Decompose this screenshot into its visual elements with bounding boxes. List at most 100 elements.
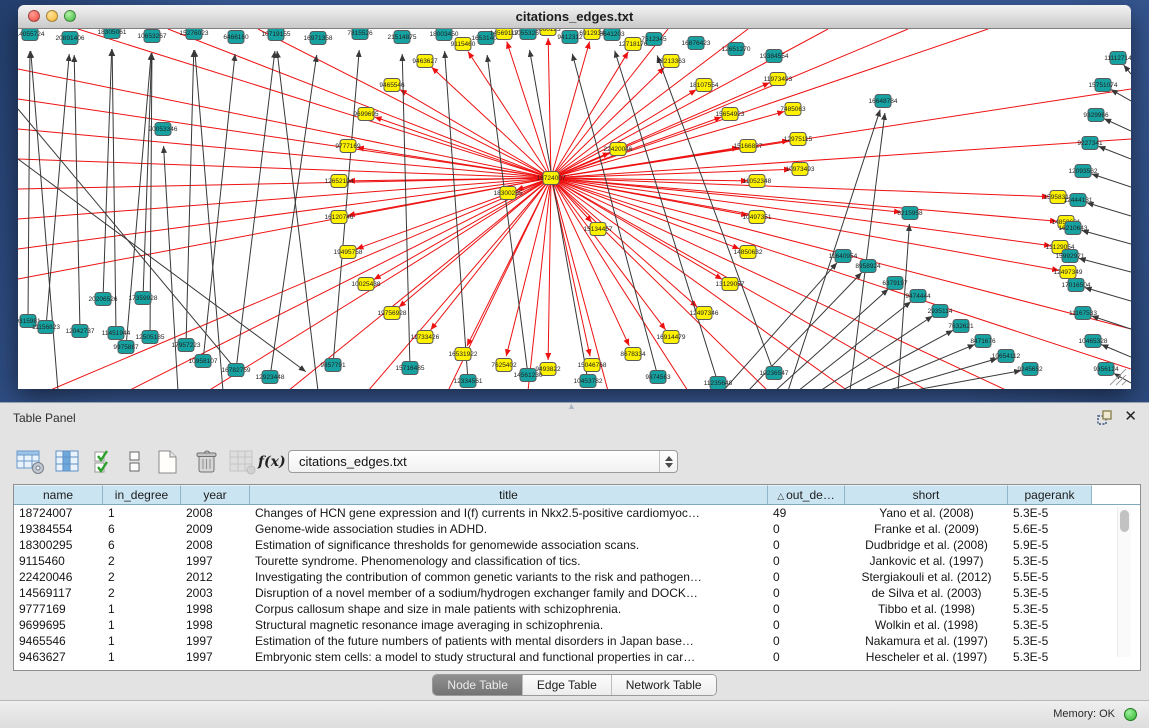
graph-edge[interactable]	[551, 29, 748, 178]
graph-edge[interactable]	[850, 113, 885, 389]
graph-edge[interactable]	[551, 139, 1131, 178]
show-columns-icon[interactable]	[54, 449, 84, 475]
table-row[interactable]: 946554611997Estimation of the future num…	[14, 633, 1140, 649]
panel-collapse-handle[interactable]: ▲	[567, 401, 576, 411]
graph-edge[interactable]	[528, 178, 551, 389]
table-mode-icon[interactable]	[16, 449, 46, 475]
column-header-year[interactable]: year	[181, 485, 250, 504]
table-row[interactable]: 911546021997Tourette syndrome. Phenomeno…	[14, 553, 1140, 569]
graph-edge[interactable]	[1124, 65, 1131, 74]
graph-edge[interactable]	[551, 178, 1051, 246]
graph-edge[interactable]	[288, 178, 551, 389]
graph-edge[interactable]	[551, 178, 666, 330]
vertical-scrollbar-thumb[interactable]	[1120, 510, 1129, 532]
graph-edge[interactable]	[898, 224, 909, 389]
column-header-short[interactable]: short	[845, 485, 1008, 504]
network-window[interactable]: citations_edges.txt 14055724208914061830…	[18, 5, 1131, 388]
memory-status-icon[interactable]	[1124, 708, 1137, 721]
table-row[interactable]: 1938455462009Genome-wide association stu…	[14, 521, 1140, 537]
graph-edge[interactable]	[798, 302, 911, 389]
table-row[interactable]: 1456911722003Disruption of a novel membe…	[14, 585, 1140, 601]
graph-edge[interactable]	[74, 55, 80, 331]
table-row[interactable]: 1872400712008Changes of HCN gene express…	[14, 505, 1140, 521]
tab-edge-table[interactable]: Edge Table	[522, 675, 611, 695]
delete-table-icon[interactable]	[228, 449, 258, 475]
graph-edge[interactable]	[112, 49, 116, 333]
graph-edge[interactable]	[236, 51, 275, 370]
graph-edge[interactable]	[195, 50, 223, 389]
graph-edge[interactable]	[1079, 258, 1131, 272]
graph-edge[interactable]	[374, 178, 551, 280]
table-row[interactable]: 977716911998Corpus callosum shape and si…	[14, 601, 1140, 617]
graph-edge[interactable]	[18, 178, 551, 249]
column-header-name[interactable]: name	[14, 485, 103, 504]
graph-edge[interactable]	[910, 371, 1021, 389]
graph-edge[interactable]	[548, 178, 551, 360]
graph-edge[interactable]	[18, 129, 551, 178]
table-selector-dropdown[interactable]: citations_edges.txt	[288, 450, 678, 473]
graph-edge[interactable]	[18, 178, 551, 279]
graph-edge[interactable]	[551, 29, 668, 178]
graph-edge[interactable]	[1092, 174, 1131, 187]
graph-edge[interactable]	[402, 54, 410, 368]
vertical-scrollbar[interactable]	[1117, 507, 1131, 657]
graph-edge[interactable]	[1104, 119, 1131, 131]
table-row[interactable]: 969969511998Structural magnetic resonanc…	[14, 617, 1140, 633]
graph-node-label: 16782759	[222, 367, 251, 374]
graph-edge[interactable]	[551, 178, 848, 389]
network-canvas[interactable]: 1405572420891406183050611065326715276023…	[18, 29, 1131, 389]
graph-edge[interactable]	[551, 178, 1049, 197]
graph-edge[interactable]	[28, 51, 30, 321]
table-row[interactable]: 2242004622012Investigating the contribut…	[14, 569, 1140, 585]
graph-node-label: 14561230	[514, 372, 543, 379]
graph-edge[interactable]	[78, 29, 551, 178]
graph-edge[interactable]	[1085, 288, 1131, 301]
graph-edge[interactable]	[468, 52, 551, 178]
graph-edge[interactable]	[270, 55, 317, 377]
graph-edge[interactable]	[1082, 230, 1131, 244]
column-header-label: name	[43, 488, 73, 502]
table-cell: 2008	[181, 537, 250, 553]
tab-node-table[interactable]: Node Table	[433, 675, 522, 695]
graph-edge[interactable]	[333, 50, 359, 365]
graph-edge[interactable]	[551, 89, 1131, 178]
window-titlebar[interactable]: citations_edges.txt	[18, 5, 1131, 29]
graph-edge[interactable]	[431, 178, 551, 330]
graph-node-label: 7632621	[948, 323, 974, 330]
column-header-title[interactable]: title	[250, 485, 768, 504]
graph-edge[interactable]	[551, 178, 1059, 270]
delete-column-icon[interactable]	[192, 449, 222, 475]
graph-edge[interactable]	[820, 316, 933, 389]
graph-edge[interactable]	[1092, 316, 1131, 329]
graph-edge[interactable]	[164, 146, 178, 389]
graph-edge[interactable]	[18, 178, 551, 219]
graph-edge[interactable]	[1098, 146, 1131, 159]
create-column-icon[interactable]	[152, 449, 182, 475]
graph-edge[interactable]	[788, 110, 880, 389]
select-columns-icon[interactable]	[92, 449, 122, 475]
table-row[interactable]: 946362711997Embryonic stem cells: a mode…	[14, 649, 1140, 665]
graph-edge[interactable]	[18, 178, 551, 189]
graph-edge[interactable]	[277, 51, 318, 389]
table-row[interactable]: 1830029562008Estimation of significance …	[14, 537, 1140, 553]
table-cell: Tourette syndrome. Phenomenology and cla…	[250, 553, 768, 569]
column-header-out_de[interactable]: △out_de…	[768, 485, 845, 504]
graph-edge[interactable]	[1101, 344, 1131, 357]
graph-node-label: 15751074	[1089, 82, 1118, 89]
function-builder-icon[interactable]: f(x)	[258, 449, 286, 475]
column-header-pagerank[interactable]: pagerank	[1008, 485, 1092, 504]
table-cell: Wolkin et al. (1998)	[845, 617, 1008, 633]
network-graph[interactable]: 1405572420891406183050611065326715276023…	[18, 29, 1131, 389]
column-header-in_degree[interactable]: in_degree	[103, 485, 181, 504]
close-panel-icon[interactable]: ✕	[1124, 407, 1137, 425]
float-panel-icon[interactable]	[1097, 410, 1113, 426]
graph-edge[interactable]	[1111, 89, 1131, 101]
row-height-icon[interactable]	[126, 449, 144, 475]
graph-node-label: 18300295	[494, 190, 523, 197]
graph-edge[interactable]	[31, 51, 58, 389]
graph-edge[interactable]	[1087, 203, 1131, 216]
graph-edge[interactable]	[886, 359, 997, 389]
tab-network-table[interactable]: Network Table	[611, 675, 716, 695]
graph-edge[interactable]	[186, 50, 194, 345]
graph-edge[interactable]	[551, 178, 1057, 221]
